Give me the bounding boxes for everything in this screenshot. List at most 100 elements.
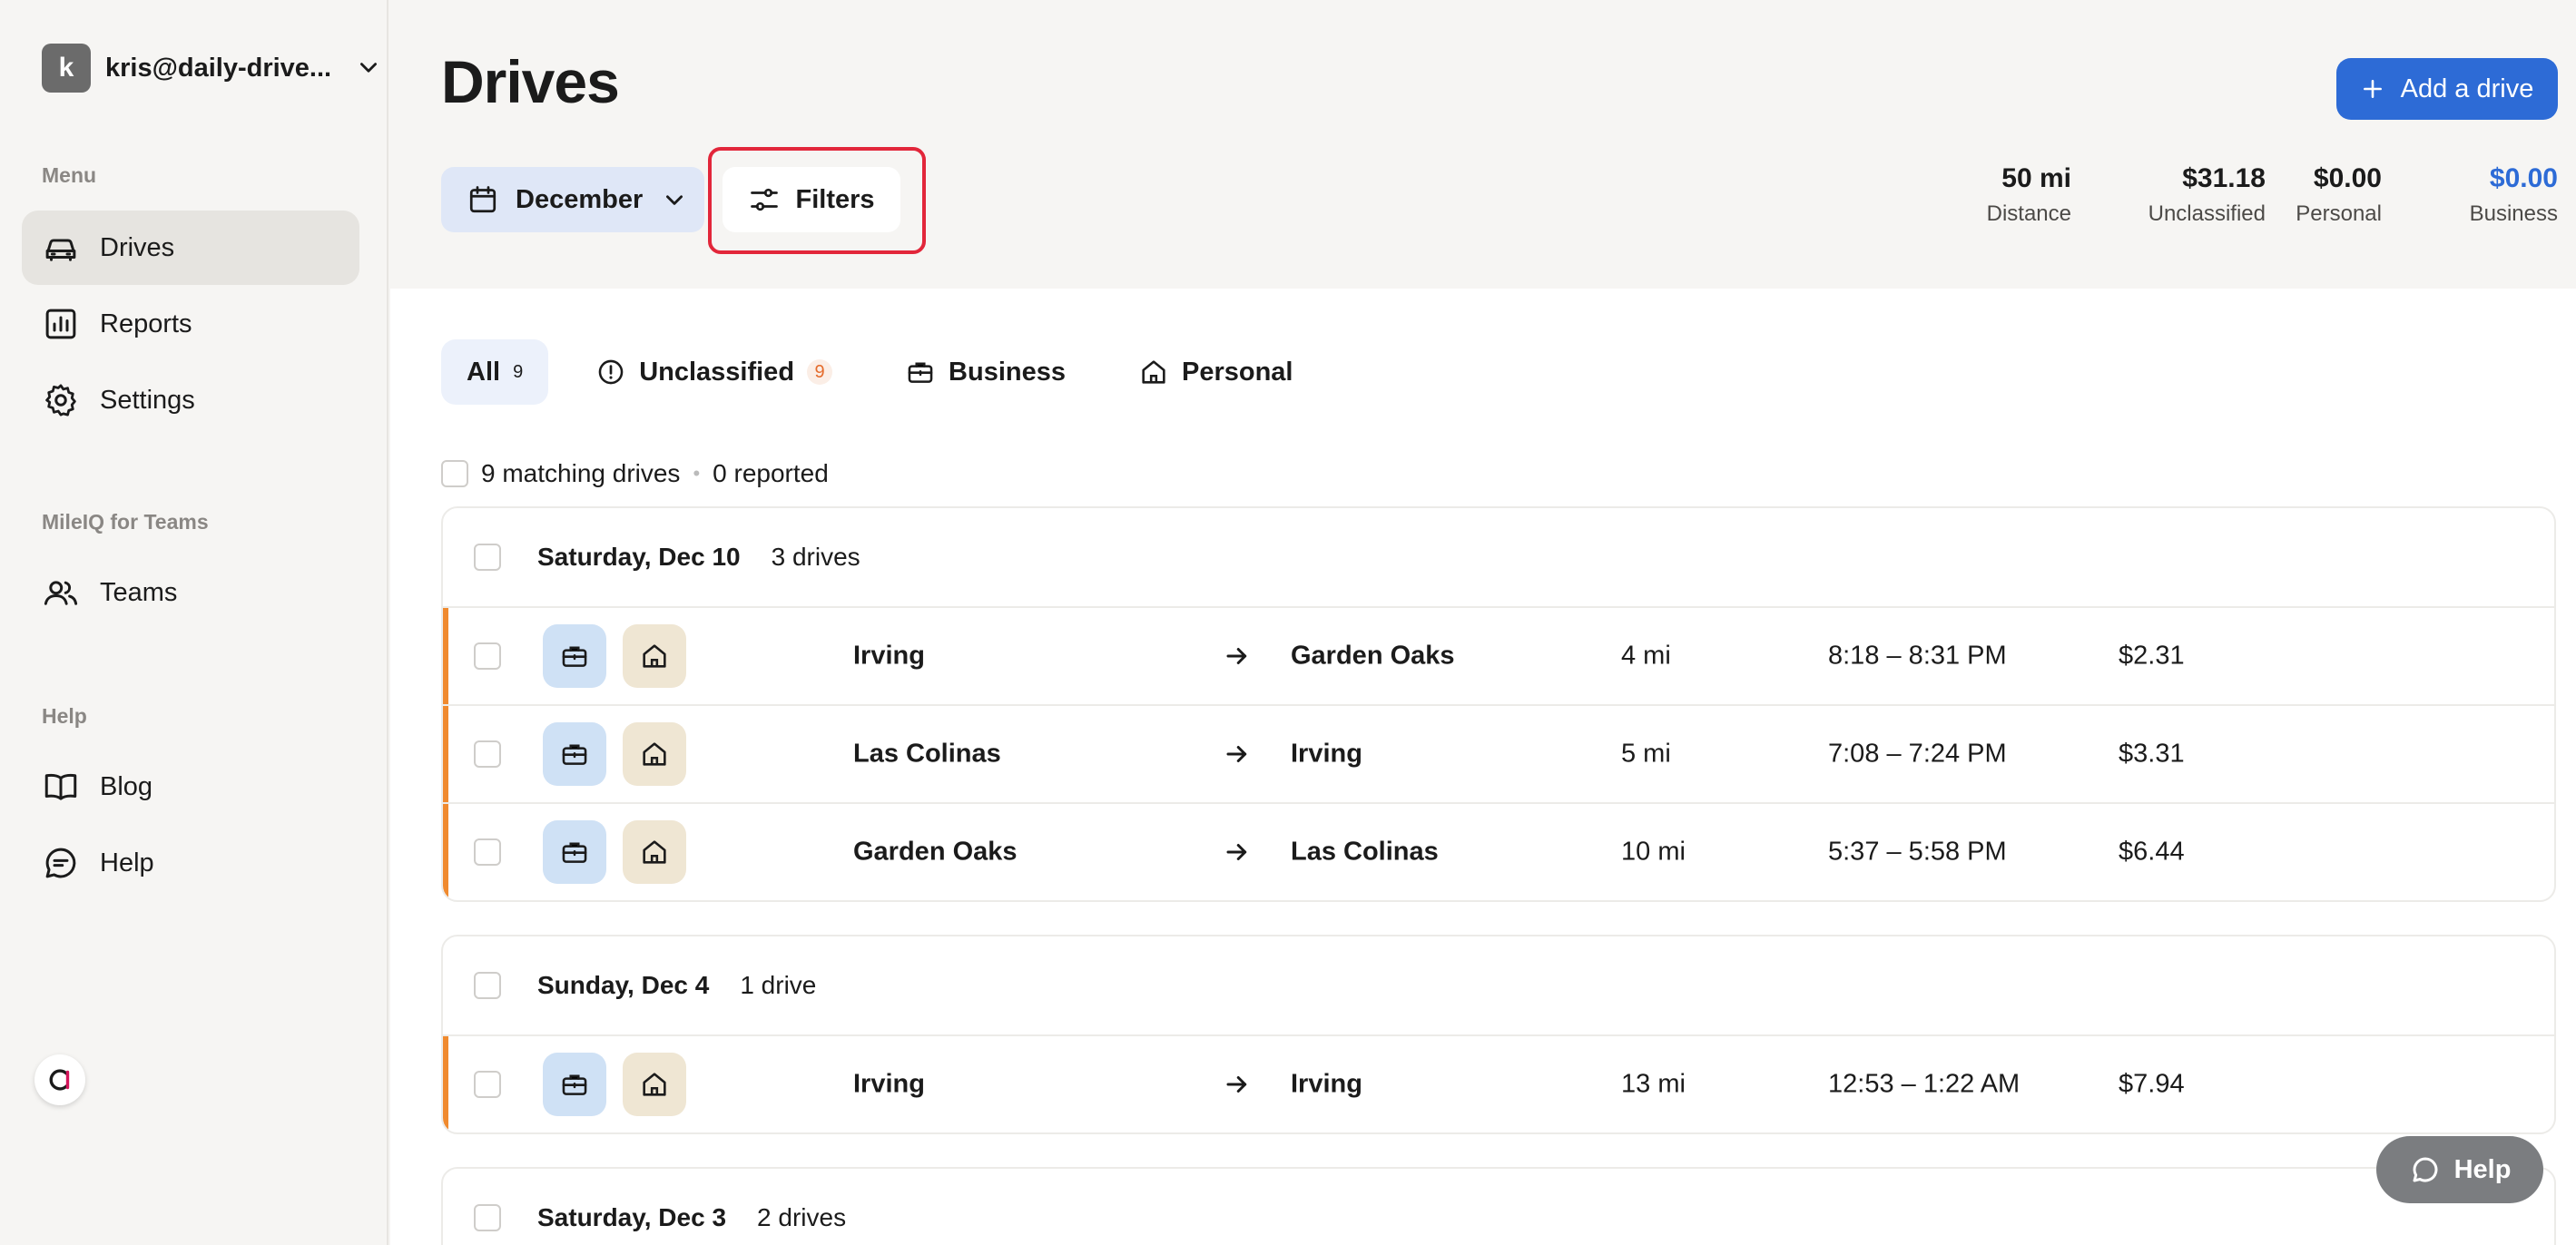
stat-label: Distance: [1986, 201, 2071, 226]
tab-unclassified[interactable]: Unclassified 9: [570, 339, 858, 405]
sidebar-item-label: Drives: [100, 232, 175, 262]
drive-time: 7:08 – 7:24 PM: [1828, 739, 2007, 769]
gear-icon: [45, 384, 76, 417]
drive-amount: $2.31: [2119, 641, 2185, 671]
group-count: 1 drive: [740, 971, 817, 999]
briefcase-icon: [562, 842, 587, 863]
stat-business: $0.00 Business: [2470, 163, 2558, 227]
book-icon: [44, 773, 77, 800]
chat-icon: [45, 848, 76, 878]
classify-business-button[interactable]: [543, 624, 606, 688]
reported-count: 0 reported: [713, 459, 829, 487]
drive-distance: 4 mi: [1621, 641, 1671, 671]
sidebar-item-label: Help: [100, 848, 154, 877]
drive-group: Saturday, Dec 10 3 drives Irving Garden …: [441, 506, 2556, 902]
alert-circle-icon: [598, 359, 624, 385]
sidebar-item-teams[interactable]: Teams: [22, 555, 359, 630]
car-icon: [45, 239, 76, 261]
group-header: Saturday, Dec 3 2 drives: [443, 1169, 2554, 1245]
tab-all[interactable]: All 9: [441, 339, 549, 405]
avatar: k: [42, 44, 91, 93]
drive-checkbox[interactable]: [474, 838, 501, 866]
stat-unclassified: $31.18 Unclassified: [2148, 163, 2266, 227]
stat-distance: 50 mi Distance: [1987, 163, 2071, 227]
group-count: 2 drives: [757, 1203, 847, 1231]
classify-business-button[interactable]: [543, 820, 606, 884]
drive-from: Irving: [853, 641, 925, 671]
arrow-right-icon: [1226, 746, 1247, 762]
stat-value: $31.18: [2182, 163, 2266, 193]
briefcase-icon: [562, 744, 587, 765]
matching-count: 9 matching drives: [481, 459, 681, 487]
home-icon: [643, 1073, 666, 1096]
separator-dot: •: [693, 462, 701, 485]
chevron-down-icon: [666, 195, 683, 205]
select-all-checkbox[interactable]: [441, 460, 468, 487]
classify-business-button[interactable]: [543, 722, 606, 786]
sidebar-item-drives[interactable]: Drives: [22, 211, 359, 285]
page-title: Drives: [441, 48, 620, 115]
app-logo-icon[interactable]: [34, 1054, 85, 1105]
drive-checkbox[interactable]: [474, 740, 501, 768]
sidebar-item-label: Reports: [100, 309, 192, 338]
classify-personal-button[interactable]: [623, 624, 686, 688]
sidebar-item-blog[interactable]: Blog: [22, 750, 359, 824]
sidebar-item-help[interactable]: Help: [22, 826, 359, 900]
group-date: Saturday, Dec 3: [537, 1203, 727, 1231]
add-drive-button[interactable]: Add a drive: [2336, 58, 2558, 120]
drive-row[interactable]: Garden Oaks Las Colinas 10 mi 5:37 – 5:5…: [443, 802, 2554, 900]
chevron-down-icon: [360, 63, 378, 73]
month-picker[interactable]: December: [441, 167, 704, 232]
drive-time: 8:18 – 8:31 PM: [1828, 641, 2007, 671]
drive-group: Saturday, Dec 3 2 drives: [441, 1167, 2556, 1245]
tab-business[interactable]: Business: [880, 339, 1091, 405]
group-header: Sunday, Dec 4 1 drive: [443, 936, 2554, 1034]
sidebar-item-reports[interactable]: Reports: [22, 287, 359, 361]
drive-from: Las Colinas: [853, 739, 1001, 769]
drive-from: Garden Oaks: [853, 837, 1018, 867]
stat-label: Personal: [2296, 201, 2382, 226]
drive-amount: $7.94: [2119, 1069, 2185, 1099]
drive-to: Las Colinas: [1291, 837, 1439, 867]
menu-section-label: Menu: [42, 163, 97, 187]
drive-time: 5:37 – 5:58 PM: [1828, 837, 2007, 867]
drive-row[interactable]: Irving Irving 13 mi 12:53 – 1:22 AM $7.9…: [443, 1034, 2554, 1132]
plus-icon: [2363, 80, 2382, 98]
sidebar-item-settings[interactable]: Settings: [22, 363, 359, 437]
classify-personal-button[interactable]: [623, 722, 686, 786]
drive-distance: 5 mi: [1621, 739, 1671, 769]
tab-personal[interactable]: Personal: [1113, 339, 1319, 405]
reports-icon: [45, 309, 76, 339]
arrow-right-icon: [1226, 1076, 1247, 1093]
account-switcher[interactable]: k kris@daily-drive...: [42, 44, 380, 93]
classify-personal-button[interactable]: [623, 1053, 686, 1116]
sidebar: k kris@daily-drive... Menu Drives Report…: [0, 0, 388, 1245]
drive-row[interactable]: Las Colinas Irving 5 mi 7:08 – 7:24 PM $…: [443, 704, 2554, 802]
drive-amount: $3.31: [2119, 739, 2185, 769]
group-header: Saturday, Dec 10 3 drives: [443, 508, 2554, 606]
stat-label: Unclassified: [2148, 201, 2266, 226]
drive-row[interactable]: Irving Garden Oaks 4 mi 8:18 – 8:31 PM $…: [443, 606, 2554, 704]
stat-value: $0.00: [2489, 163, 2558, 193]
classify-personal-button[interactable]: [623, 820, 686, 884]
arrow-right-icon: [1226, 844, 1247, 860]
drive-to: Irving: [1291, 1069, 1362, 1099]
help-chat-button[interactable]: Help: [2376, 1136, 2543, 1203]
group-checkbox[interactable]: [474, 1204, 501, 1231]
classify-business-button[interactable]: [543, 1053, 606, 1116]
group-checkbox[interactable]: [474, 972, 501, 999]
group-checkbox[interactable]: [474, 544, 501, 571]
drive-checkbox[interactable]: [474, 642, 501, 670]
sidebar-item-label: Blog: [100, 771, 153, 801]
classification-tabs: All 9 Unclassified 9 Business Personal: [441, 339, 1318, 405]
home-icon: [643, 840, 666, 864]
teams-section-label: MileIQ for Teams: [42, 510, 209, 534]
drive-distance: 10 mi: [1621, 837, 1686, 867]
calendar-icon: [469, 186, 497, 213]
drives-panel: All 9 Unclassified 9 Business Personal 9…: [390, 289, 2576, 1245]
help-chat-label: Help: [2453, 1154, 2512, 1184]
page-header: Drives Add a drive December Filters 50 m…: [390, 0, 2576, 289]
chat-bubble-icon: [2413, 1157, 2438, 1182]
tab-label: Personal: [1181, 357, 1293, 387]
drive-checkbox[interactable]: [474, 1071, 501, 1098]
